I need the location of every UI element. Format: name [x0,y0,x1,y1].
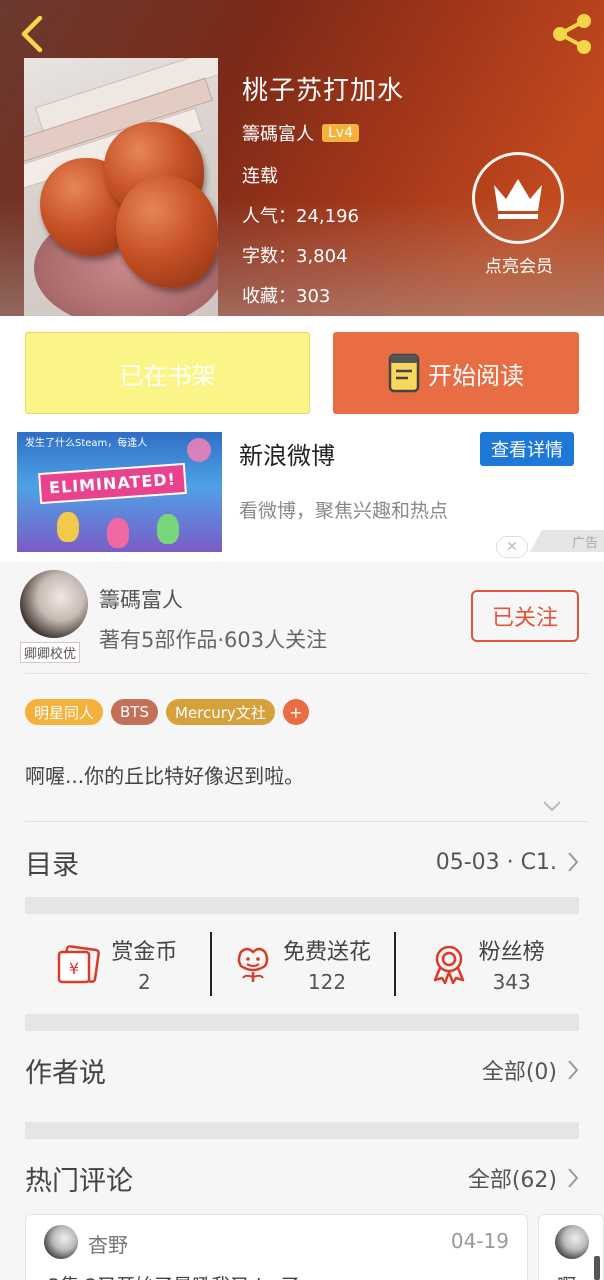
divider [25,673,588,674]
avatar-tag: 卿卿校优 [20,642,81,663]
chevron-left-icon [21,15,43,53]
reward-coins-label: 赏金币 [111,940,178,965]
ad-image-caption: 发生了什么Steam，每逢人 [25,438,148,449]
ad-banner[interactable]: 发生了什么Steam，每逢人 ELIMINATED! 新浪微博 查看详情 看微博… [0,432,604,562]
author-says-title: 作者说 [25,1057,106,1089]
catalog-latest: 05-03 · C1. [436,850,579,875]
svg-text:¥: ¥ [69,959,79,978]
book-icon [388,353,420,393]
reward-row: ¥ 赏金币 2 免费送花 122 粉丝榜 343 [25,928,579,1000]
hot-comments-row[interactable]: 热门评论 全部(62) [25,1156,579,1200]
reward-coins-count: 2 [137,970,151,994]
comment-card[interactable]: 杳野 04-19 3集 2又开始了是吼我又dor了 [25,1214,528,1280]
ad-image-banner: ELIMINATED! [38,462,187,505]
start-reading-button[interactable]: 开始阅读 [333,332,579,414]
ad-details-button[interactable]: 查看详情 [480,432,574,466]
ad-close-icon[interactable]: ✕ [496,536,528,558]
tag-chip[interactable]: 明星同人 [25,699,104,725]
reward-fans[interactable]: 粉丝榜 343 [394,928,579,1000]
ad-character [57,512,79,542]
reward-coins[interactable]: ¥ 赏金币 2 [25,928,210,1000]
author-level-badge: Lv4 [322,124,359,142]
ad-character [107,518,129,548]
comment-text: 啊 [557,1271,576,1280]
author-avatar[interactable] [20,570,88,638]
ad-character [157,514,179,544]
ad-image[interactable]: 发生了什么Steam，每逢人 ELIMINATED! [17,432,222,552]
ad-balloon [187,438,211,462]
book-title: 桃子苏打加水 [242,76,405,106]
reward-flowers-label: 免费送花 [283,940,372,965]
reward-fans-label: 粉丝榜 [478,940,545,965]
book-author-name[interactable]: 籌碼富人 [242,120,314,146]
book-favorites: 收藏：303 [242,286,331,307]
start-reading-label: 开始阅读 [428,361,524,390]
tag-label: Mercury文社 [175,703,266,722]
tag-list: 明星同人 BTS Mercury文社 + [25,699,309,725]
scrollbar[interactable] [594,1256,600,1280]
catalog-row[interactable]: 目录 05-03 · C1. [25,840,579,884]
book-popularity: 人气：24,196 [242,206,359,227]
comment-date: 04-19 [450,1229,509,1253]
author-name[interactable]: 籌碼富人 [99,584,183,614]
chevron-down-icon [543,801,561,812]
author-says-row[interactable]: 作者说 全部(0) [25,1048,579,1092]
catalog-latest-chapter: 05-03 · C1. [435,849,557,875]
section-separator [25,1014,579,1031]
expand-summary-button[interactable] [541,798,563,817]
book-header: 桃子苏打加水 籌碼富人 Lv4 连载 人气：24,196 字数：3,804 收藏… [0,0,604,316]
tag-chip[interactable]: Mercury文社 [166,699,275,725]
vip-button[interactable]: 点亮会员 [472,152,566,277]
share-icon [553,14,591,54]
in-shelf-button[interactable]: 已在书架 [25,332,310,414]
section-separator [25,1122,579,1139]
book-summary: 啊喔...你的丘比特好像迟到啦。 [25,764,305,788]
comment-user[interactable]: 杳野 [88,1229,128,1258]
chevron-right-icon [568,1168,579,1188]
flower-icon [237,947,269,982]
tag-label: BTS [120,703,149,721]
vip-label: 点亮会员 [485,257,553,277]
hot-comments-title: 热门评论 [25,1165,133,1197]
catalog-title: 目录 [25,849,79,881]
book-author-row[interactable]: 籌碼富人 Lv4 [242,120,359,146]
author-says-all-label: 全部(0) [481,1060,557,1085]
plus-icon: + [289,702,303,722]
add-tag-button[interactable]: + [282,699,309,725]
book-cover[interactable] [24,58,218,316]
share-button[interactable] [548,10,596,58]
chevron-right-icon [568,852,579,872]
medal-icon [433,945,464,984]
hot-comments-all-label: 全部(62) [467,1168,557,1193]
book-word-count: 字数：3,804 [242,246,348,267]
ad-description: 看微博，聚焦兴趣和热点 [239,500,449,522]
tag-chip[interactable]: BTS [111,699,158,725]
divider [25,821,588,822]
hot-comments-all[interactable]: 全部(62) [468,1162,579,1194]
chevron-right-icon [568,1060,579,1080]
ad-tag-label: 广告 [571,535,598,551]
author-says-all[interactable]: 全部(0) [482,1054,579,1086]
red-envelope-icon: ¥ [58,945,101,984]
section-separator [25,897,579,914]
ad-tag: 广告 [530,530,604,552]
action-bar: 已在书架 开始阅读 [0,316,604,432]
follow-button[interactable]: 已关注 [471,590,579,642]
book-status: 连载 [242,166,278,187]
comment-text: 3集 2又开始了是吼我又dor了 [48,1271,300,1280]
ad-details-label: 查看详情 [491,440,563,461]
reward-flowers-count: 122 [307,970,347,994]
crown-icon [472,152,564,244]
author-stats: 著有5部作品·603人关注 [99,628,328,652]
follow-label: 已关注 [491,606,558,631]
author-card[interactable]: 卿卿校优 籌碼富人 著有5部作品·603人关注 已关注 [0,562,604,674]
reward-flowers[interactable]: 免费送花 122 [209,928,395,1000]
tag-label: 明星同人 [34,703,95,722]
comment-avatar[interactable] [555,1225,589,1259]
reward-fans-count: 343 [492,970,531,994]
comment-avatar[interactable] [44,1225,78,1259]
back-button[interactable] [14,12,54,56]
in-shelf-label: 已在书架 [119,361,216,390]
ad-title[interactable]: 新浪微博 [239,436,335,471]
